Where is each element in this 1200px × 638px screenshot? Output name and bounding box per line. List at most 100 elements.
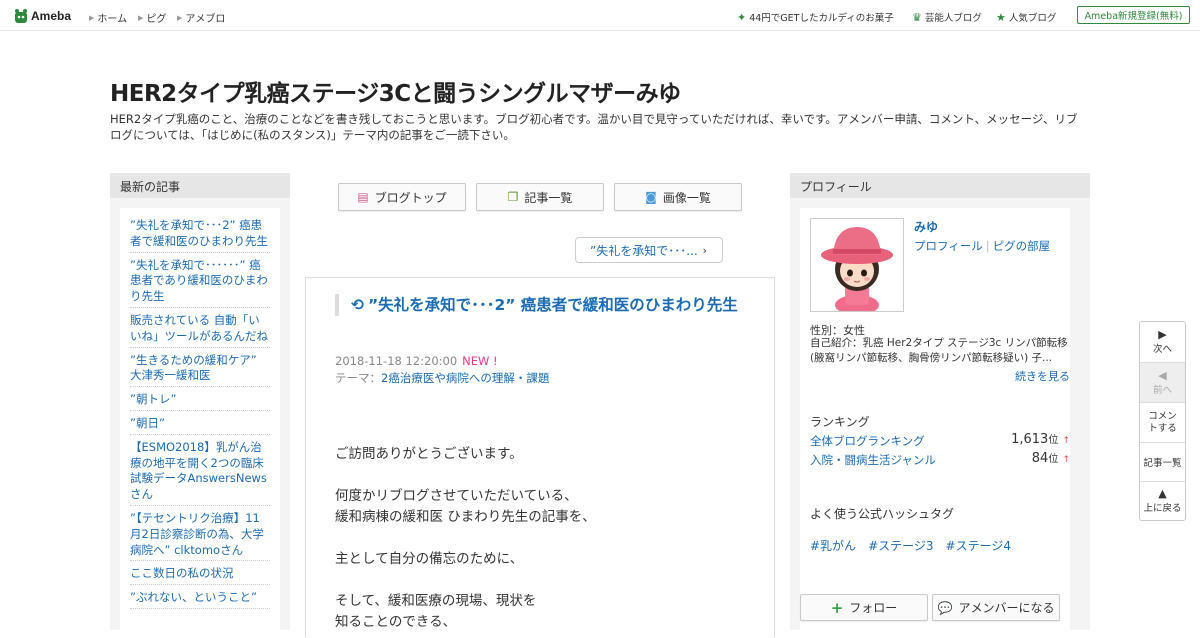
global-header: Ameba ▶ ホーム ▶ ピグ ▶ アメブロ ✦ 44円でGETしたカルディのお菓子 …: [0, 0, 1200, 31]
comment-button[interactable]: コメントする: [1140, 403, 1185, 443]
latest-entry-link[interactable]: ”失礼を承知で･･･2” 癌患者で緩和医のひまわり先生: [130, 216, 270, 253]
tab-entry-list[interactable]: ❐ 記事一覧: [476, 183, 604, 211]
sparkle-icon: ✦: [737, 10, 747, 24]
article-meta: 2018-11-18 12:20:00 NEW !: [335, 354, 498, 368]
blog-description: HER2タイプ乳癌のこと、治療のことなどを書き残しておこうと思います。ブログ初心…: [110, 112, 1078, 142]
rank-number: 1,613: [1011, 432, 1049, 447]
back-to-top-button[interactable]: ▲ 上に戻る: [1140, 482, 1185, 520]
plus-icon: +: [830, 598, 844, 617]
entries-button[interactable]: 記事一覧: [1140, 443, 1185, 482]
latest-entries-panel: ”失礼を承知で･･･2” 癌患者で緩和医のひまわり先生 ”失礼を承知で･････…: [110, 198, 290, 638]
amember-button[interactable]: 💬 アメンバーになる: [932, 594, 1060, 621]
profile-heading: プロフィール: [790, 173, 1090, 198]
tab-image-list-label: 画像一覧: [662, 190, 711, 205]
latest-entry-link[interactable]: ”朝日”: [130, 414, 270, 435]
comment-label: コメントする: [1148, 410, 1177, 434]
trend-label: 人気ブログ: [1008, 13, 1057, 24]
document-icon: ▤: [357, 190, 369, 204]
latest-entry-link[interactable]: ”朝トレ”: [130, 390, 270, 411]
trend-label: 芸能人ブログ: [924, 13, 982, 24]
latest-entry-link[interactable]: ”生きるための緩和ケア” 大津秀一緩和医: [130, 351, 270, 388]
prev-label: 前へ: [1152, 384, 1172, 396]
ameba-mascot-icon: [15, 9, 27, 23]
rank-number: 84: [1031, 451, 1049, 466]
ranking-row: 入院・闘病生活ジャンル 84位 ↑: [810, 451, 1070, 468]
new-badge: NEW !: [462, 354, 498, 368]
theme-prefix: テーマ：: [335, 371, 381, 385]
ameba-logo[interactable]: Ameba: [13, 7, 71, 25]
latest-entry-link[interactable]: 【ESMO2018】乳がん治療の地平を開く2つの臨床試験データAnswersNe…: [130, 438, 270, 506]
floating-nav: ▶ 次へ ◀ 前へ コメントする 記事一覧 ▲ 上に戻る: [1139, 321, 1186, 521]
article: ⟲ ”失礼を承知で･･･2” 癌患者で緩和医のひまわり先生 2018-11-18 …: [305, 277, 775, 637]
article-body: ご訪問ありがとうございます。 何度かリブログさせていただいている、 緩和病棟の緩…: [335, 444, 755, 633]
follow-button[interactable]: + フォロー: [800, 594, 928, 621]
signup-button[interactable]: Ameba新規登録(無料): [1077, 6, 1190, 24]
hashtag-link[interactable]: #ステージ3: [868, 537, 933, 554]
body-line: [335, 528, 755, 549]
rank-unit: 位: [1048, 454, 1059, 465]
theme-link[interactable]: 2癌治療医や病院への理解・課題: [381, 371, 549, 385]
latest-entry-link[interactable]: ”失礼を承知で･･････” 癌患者であり緩和医のひまわり先生: [130, 256, 270, 308]
article-title-block: ⟲ ”失礼を承知で･･･2” 癌患者で緩和医のひまわり先生: [335, 294, 745, 316]
tab-blog-top[interactable]: ▤ ブログトップ: [338, 183, 466, 211]
camera-icon: ◙: [645, 190, 657, 204]
article-title-text: ”失礼を承知で･･･2” 癌患者で緩和医のひまわり先生: [368, 296, 738, 314]
ranking-row: 全体ブログランキング 1,613位 ↑: [810, 432, 1070, 449]
latest-entry-link[interactable]: ”ぶれない、ということ”: [130, 588, 270, 609]
entries-label: 記事一覧: [1143, 458, 1182, 469]
nav-home-label: ホーム: [97, 14, 128, 25]
back-to-top-label: 上に戻る: [1143, 503, 1182, 514]
chevron-right-icon: ▶: [138, 13, 144, 22]
hashtag-link[interactable]: #乳がん: [810, 537, 856, 554]
profile-panel: みゆ プロフィール | ピグの部屋 性別：女性 自己紹介：乳癌 Her2タイプ ステ…: [790, 198, 1090, 638]
trend-link-celebrity[interactable]: ♛ 芸能人ブログ: [912, 10, 982, 25]
ranking-genre-link[interactable]: 入院・闘病生活ジャンル: [810, 453, 936, 467]
trend-link-kaldi[interactable]: ✦ 44円でGETしたカルディのお菓子: [737, 10, 894, 25]
reblog-icon: ⟲: [351, 296, 364, 314]
ranking-overall-link[interactable]: 全体ブログランキング: [810, 434, 925, 448]
logo-text: Ameba: [31, 9, 72, 23]
profile-link[interactable]: プロフィール: [914, 239, 983, 253]
hashtag-link[interactable]: #ステージ4: [946, 537, 1011, 554]
play-right-icon: ▶: [1158, 328, 1167, 341]
latest-entry-link[interactable]: ”【テセントリク治療】11月2日診察診断の為、大学病院へ” clktomoさん: [130, 509, 270, 562]
body-line: そして、緩和医療の現場、現状を: [335, 593, 537, 609]
trend-link-popular[interactable]: ★ 人気ブログ: [996, 10, 1057, 25]
latest-entries-list: ”失礼を承知で･･･2” 癌患者で緩和医のひまわり先生 ”失礼を承知で･････…: [120, 208, 280, 638]
profile-links: プロフィール | ピグの部屋: [914, 238, 1050, 254]
article-title-link[interactable]: ⟲ ”失礼を承知で･･･2” 癌患者で緩和医のひまわり先生: [351, 294, 745, 316]
latest-entry-link[interactable]: ここ数日の私の状況: [130, 564, 270, 586]
triangle-up-icon: ▲: [1158, 487, 1167, 500]
nav-pigg-label: ピグ: [146, 14, 167, 25]
rank-up-arrow-icon: ↑: [1062, 455, 1070, 465]
profile-name-link[interactable]: みゆ: [914, 218, 938, 235]
hashtag-heading: よく使う公式ハッシュタグ: [810, 507, 955, 521]
read-more-link[interactable]: 続きを見る: [1015, 368, 1070, 384]
article-date: 2018-11-18 12:20:00: [335, 354, 458, 368]
body-line: [335, 465, 755, 486]
chevron-right-icon: ›: [702, 243, 708, 257]
tab-entry-list-label: 記事一覧: [524, 190, 573, 205]
tab-image-list[interactable]: ◙ 画像一覧: [614, 183, 742, 211]
nav-ameblo-link[interactable]: ▶ アメブロ: [177, 10, 225, 26]
prev-button[interactable]: ◀ 前へ: [1140, 363, 1185, 403]
link-separator: |: [985, 239, 990, 253]
hashtag-list: #乳がん #ステージ3 #ステージ4: [810, 537, 1011, 554]
profile-intro: 自己紹介：乳癌 Her2タイプ ステージ3c リンパ節転移 (腋窩リンパ節転移、…: [810, 337, 1068, 364]
body-line: 緩和病棟の緩和医 ひまわり先生の記事を、: [335, 509, 596, 525]
nav-pigg-link[interactable]: ▶ ピグ: [138, 10, 167, 26]
rank-up-arrow-icon: ↑: [1062, 436, 1070, 446]
latest-entry-link[interactable]: 販売されている 自動「いいね」ツールがあるんだね: [130, 311, 270, 348]
rank-unit: 位: [1048, 435, 1059, 446]
pigg-room-link[interactable]: ピグの部屋: [993, 239, 1051, 253]
avatar[interactable]: [810, 218, 904, 312]
body-line: 何度かリブログさせていただいている、: [335, 488, 578, 504]
next-button[interactable]: ▶ 次へ: [1140, 322, 1185, 363]
article-theme: テーマ：2癌治療医や病院への理解・課題: [335, 370, 549, 386]
prev-post-label: ”失礼を承知で･･･...: [590, 243, 698, 258]
nav-home-link[interactable]: ▶ ホーム: [89, 10, 128, 26]
blog-title[interactable]: HER2タイプ乳癌ステージ3Cと闘うシングルマザーみゆ: [110, 74, 681, 108]
profile-card: みゆ プロフィール | ピグの部屋 性別：女性 自己紹介：乳癌 Her2タイプ ステ…: [800, 208, 1070, 638]
prev-post-link[interactable]: ”失礼を承知で･･･... ›: [575, 237, 723, 263]
tab-blog-top-label: ブログトップ: [374, 190, 447, 205]
